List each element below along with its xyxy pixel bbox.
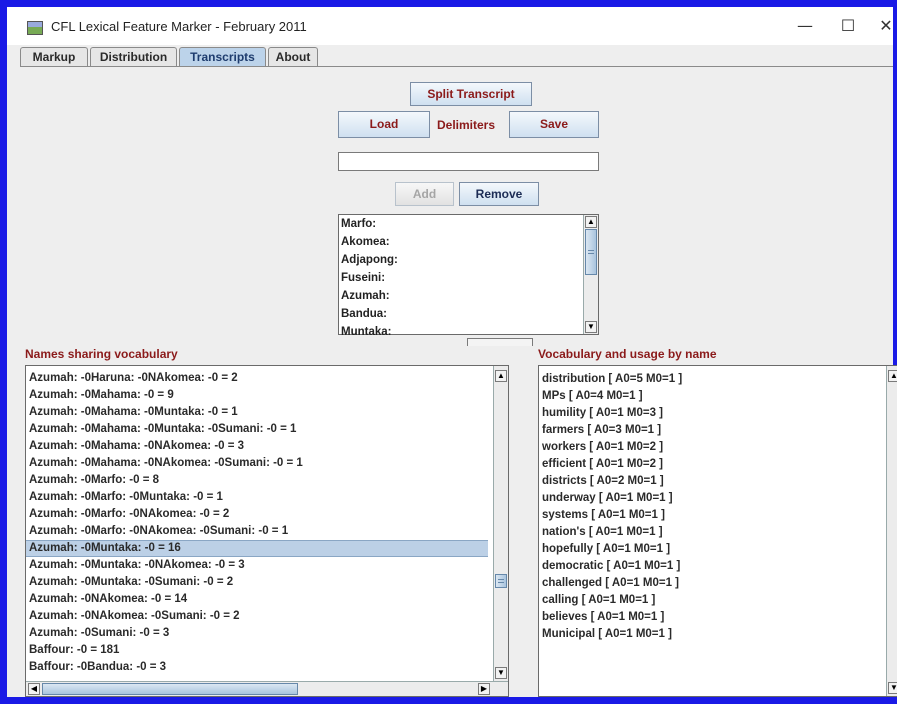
list-item[interactable]: challenged [ A0=1 M0=1 ] xyxy=(541,575,679,592)
vocabulary-title: Vocabulary and usage by name xyxy=(538,347,717,361)
names-list-horizontal-scrollbar[interactable]: ◀ ▶ xyxy=(26,681,508,696)
close-button[interactable]: ✕ xyxy=(873,15,897,37)
list-item[interactable]: Azumah: -0Haruna: -0NAkomea: -0 = 2 xyxy=(28,370,238,387)
delimiter-input[interactable] xyxy=(338,152,599,171)
list-item[interactable]: democratic [ A0=1 M0=1 ] xyxy=(541,558,680,575)
list-item[interactable]: humility [ A0=1 M0=3 ] xyxy=(541,405,663,422)
list-item[interactable]: Baffour: -0Bandua: -0 = 3 xyxy=(28,659,166,676)
vocabulary-list[interactable]: distribution [ A0=5 M0=1 ] MPs [ A0=4 M0… xyxy=(538,365,897,697)
speaker-name-item[interactable]: Marfo: xyxy=(339,215,598,233)
scroll-down-arrow-icon[interactable]: ▼ xyxy=(585,321,597,333)
speaker-names-list[interactable]: Marfo: Akomea: Adjapong: Fuseini: Azumah… xyxy=(338,214,599,338)
list-item[interactable]: Azumah: -0Mahama: -0Muntaka: -0 = 1 xyxy=(28,404,238,421)
list-item[interactable]: nation's [ A0=1 M0=1 ] xyxy=(541,524,663,541)
scroll-left-arrow-icon[interactable]: ◀ xyxy=(28,683,40,695)
delimiters-label: Delimiters xyxy=(437,118,496,132)
names-list-vertical-scrollbar[interactable]: ▲ ▼ xyxy=(493,366,508,681)
scrollbar-thumb[interactable] xyxy=(495,574,507,588)
names-sharing-list[interactable]: Azumah: -0Haruna: -0NAkomea: -0 = 2 Azum… xyxy=(25,365,509,697)
list-item[interactable]: believes [ A0=1 M0=1 ] xyxy=(541,609,664,626)
scroll-right-arrow-icon[interactable]: ▶ xyxy=(478,683,490,695)
list-item[interactable]: Baffour: -0 = 181 xyxy=(28,642,119,659)
tab-about[interactable]: About xyxy=(268,47,318,66)
list-item[interactable]: districts [ A0=2 M0=1 ] xyxy=(541,473,664,490)
tab-transcripts[interactable]: Transcripts xyxy=(179,47,266,66)
splitter-handle[interactable] xyxy=(467,338,533,346)
split-transcript-button[interactable]: Split Transcript xyxy=(410,82,532,106)
speaker-list-scrollbar[interactable]: ▲ ▼ xyxy=(583,215,598,334)
list-item[interactable]: Azumah: -0NAkomea: -0 = 14 xyxy=(28,591,187,608)
speaker-name-item[interactable]: Akomea: xyxy=(339,233,598,251)
window-title: CFL Lexical Feature Marker - February 20… xyxy=(51,19,307,34)
list-item[interactable]: calling [ A0=1 M0=1 ] xyxy=(541,592,655,609)
list-item[interactable]: Azumah: -0Muntaka: -0Sumani: -0 = 2 xyxy=(28,574,233,591)
list-item[interactable]: Azumah: -0Marfo: -0NAkomea: -0 = 2 xyxy=(28,506,229,523)
tab-divider xyxy=(20,66,893,67)
list-item[interactable]: Municipal [ A0=1 M0=1 ] xyxy=(541,626,672,643)
scroll-up-arrow-icon[interactable]: ▲ xyxy=(585,216,597,228)
tab-markup[interactable]: Markup xyxy=(20,47,88,66)
list-item[interactable]: Azumah: -0Marfo: -0NAkomea: -0Sumani: -0… xyxy=(28,523,288,540)
remove-button[interactable]: Remove xyxy=(459,182,539,206)
vocabulary-list-scrollbar[interactable]: ▲ ▼ xyxy=(886,366,897,696)
list-item[interactable]: Azumah: -0Mahama: -0NAkomea: -0Sumani: -… xyxy=(28,455,303,472)
tab-distribution[interactable]: Distribution xyxy=(90,47,177,66)
add-button[interactable]: Add xyxy=(395,182,454,206)
list-item[interactable]: underway [ A0=1 M0=1 ] xyxy=(541,490,673,507)
list-item[interactable]: farmers [ A0=3 M0=1 ] xyxy=(541,422,661,439)
names-sharing-title: Names sharing vocabulary xyxy=(25,347,178,361)
list-item[interactable]: workers [ A0=1 M0=2 ] xyxy=(541,439,663,456)
selected-list-item[interactable]: Azumah: -0Muntaka: -0 = 16 xyxy=(26,540,488,557)
load-button[interactable]: Load xyxy=(338,111,430,138)
scroll-down-arrow-icon[interactable]: ▼ xyxy=(495,667,507,679)
app-icon xyxy=(27,21,43,35)
list-item[interactable]: Azumah: -0NAkomea: -0Sumani: -0 = 2 xyxy=(28,608,240,625)
list-item[interactable]: Azumah: -0Marfo: -0 = 8 xyxy=(28,472,159,489)
list-item[interactable]: systems [ A0=1 M0=1 ] xyxy=(541,507,665,524)
scrollbar-thumb[interactable] xyxy=(585,229,597,275)
list-item[interactable]: distribution [ A0=5 M0=1 ] xyxy=(541,371,682,388)
list-item[interactable]: Azumah: -0Mahama: -0NAkomea: -0 = 3 xyxy=(28,438,244,455)
list-item[interactable]: Azumah: -0Marfo: -0Muntaka: -0 = 1 xyxy=(28,489,223,506)
scrollbar-thumb[interactable] xyxy=(42,683,298,695)
scroll-down-arrow-icon[interactable]: ▼ xyxy=(888,682,897,694)
save-button[interactable]: Save xyxy=(509,111,599,138)
speaker-name-item[interactable]: Fuseini: xyxy=(339,269,598,287)
scroll-up-arrow-icon[interactable]: ▲ xyxy=(495,370,507,382)
speaker-name-item[interactable]: Bandua: xyxy=(339,305,598,323)
list-item[interactable]: Azumah: -0Mahama: -0Muntaka: -0Sumani: -… xyxy=(28,421,296,438)
list-item[interactable]: Azumah: -0Muntaka: -0NAkomea: -0 = 3 xyxy=(28,557,245,574)
list-item[interactable]: Azumah: -0Sumani: -0 = 3 xyxy=(28,625,169,642)
list-item[interactable]: Azumah: -0Mahama: -0 = 9 xyxy=(28,387,174,404)
maximize-button[interactable]: ☐ xyxy=(835,15,861,37)
list-item[interactable]: efficient [ A0=1 M0=2 ] xyxy=(541,456,663,473)
speaker-name-item[interactable]: Adjapong: xyxy=(339,251,598,269)
speaker-name-item[interactable]: Azumah: xyxy=(339,287,598,305)
list-item[interactable]: MPs [ A0=4 M0=1 ] xyxy=(541,388,643,405)
application-frame: CFL Lexical Feature Marker - February 20… xyxy=(0,0,897,704)
minimize-button[interactable]: — xyxy=(792,15,818,37)
list-item[interactable]: hopefully [ A0=1 M0=1 ] xyxy=(541,541,670,558)
scroll-up-arrow-icon[interactable]: ▲ xyxy=(888,370,897,382)
title-bar[interactable]: CFL Lexical Feature Marker - February 20… xyxy=(7,7,893,45)
